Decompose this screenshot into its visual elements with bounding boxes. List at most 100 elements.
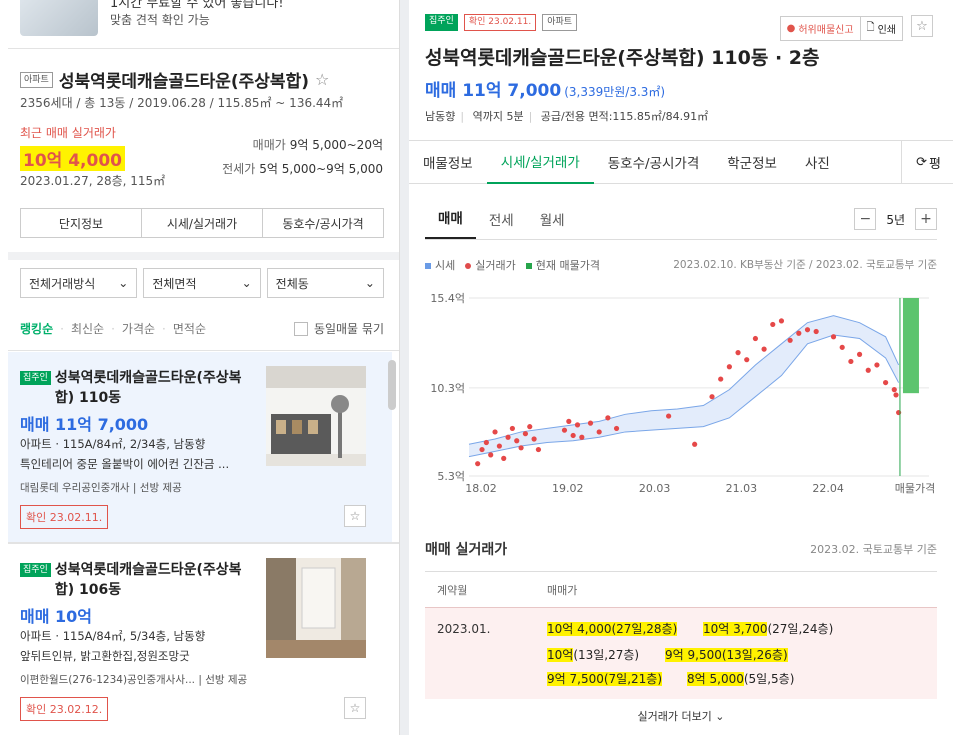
actual-price-point (522, 431, 529, 437)
x-tick-label: 20.03 (639, 482, 671, 495)
deal-item: 8억 5,000(5일,5층) (687, 670, 794, 687)
actual-price-point (574, 422, 581, 428)
recent-price: 10억 4,000 (20, 146, 125, 171)
pyeong-toggle[interactable]: ⟳ 평 (901, 140, 953, 184)
meta-separator: | (460, 110, 465, 123)
section-title: 매매 실거래가 (425, 542, 508, 558)
sale-range-label: 매매가 (252, 138, 286, 152)
actual-price-point (778, 318, 785, 324)
banner-line1: 1시간 무료할 수 있어 좋습니다! (110, 0, 284, 11)
sale-range: 매매가 9억 5,000~20억 (253, 136, 383, 153)
listing-title[interactable]: 성북역롯데캐슬골드타운(주상복합) 110동 (55, 368, 250, 408)
complex-info-button[interactable]: 단지정보 (21, 209, 142, 237)
deal-info: (13일,27층) (573, 648, 640, 662)
deal-item: 10억 3,700(27일,24층) (703, 620, 833, 637)
complex-button-row: 단지정보 시세/실거래가 동호수/공시가격 (20, 208, 384, 238)
actual-price-point (856, 351, 863, 357)
detail-meta: 남동향 | 역까지 5분 | 공급/전용 면적:115.85㎡/84.91㎡ (425, 108, 708, 124)
subtab-monthly[interactable]: 월세 (527, 209, 578, 239)
actual-price-point (535, 446, 542, 453)
actual-price-point (587, 420, 594, 426)
chart-legend: 시세 실거래가 현재 매물가격 (425, 257, 600, 273)
tab-unit-price[interactable]: 동호수/공시가격 (594, 140, 714, 184)
actual-price-point (566, 418, 572, 424)
actual-price-point (527, 424, 533, 430)
actual-price-point (531, 436, 537, 442)
listing-desc: 앞뒤트인뷰, 밝고환한집,정원조망굿 (20, 649, 190, 663)
col-contract: 계약월 (437, 583, 468, 597)
actual-price-point (718, 376, 724, 382)
report-button[interactable]: ● 허위매물신고 (781, 17, 861, 40)
actual-price-point (666, 413, 672, 419)
deal-price: 9억 9,500 (665, 648, 722, 662)
plus-button[interactable]: + (915, 208, 937, 230)
tab-listing-info[interactable]: 매물정보 (409, 140, 487, 184)
recent-date: 2023.01.27, 28층, 115㎡ (20, 174, 166, 188)
sort-latest[interactable]: 최신순 (71, 320, 104, 337)
deal-info: (27일,28층) (611, 622, 678, 636)
filter-row: 전체거래방식 ⌄ 전체면적 ⌄ 전체동 ⌄ (20, 268, 384, 298)
area-filter[interactable]: 전체면적 ⌄ (143, 268, 261, 298)
more-deals-button[interactable]: 실거래가 더보기 ⌄ (409, 708, 953, 724)
report-label: 허위매물신고 (798, 25, 854, 36)
divider (8, 48, 399, 49)
y-tick-label: 5.3억 (437, 470, 465, 483)
deal-price: 9억 7,500 (547, 672, 604, 686)
tab-price-history[interactable]: 시세/실거래가 (486, 140, 594, 184)
minus-button[interactable]: − (854, 208, 877, 230)
legend-market: 시세 (425, 257, 455, 273)
actual-price-point (509, 425, 515, 432)
scrollbar[interactable] (388, 360, 396, 410)
subtab-sale[interactable]: 매매 (425, 207, 476, 239)
chevron-down-icon: ⌄ (241, 276, 252, 290)
legend-current: 현재 매물가격 (525, 257, 600, 273)
actual-price-point (726, 364, 732, 370)
actual-price-point (874, 362, 880, 368)
promo-banner[interactable]: 1시간 무료할 수 있어 좋습니다! 맞춤 견적 확인 가능 (20, 0, 390, 36)
unit-price-button[interactable]: 동호수/공시가격 (263, 209, 383, 237)
star-icon[interactable]: ☆ (344, 505, 366, 527)
building-filter[interactable]: 전체동 ⌄ (266, 268, 384, 298)
star-icon[interactable]: ☆ (911, 15, 933, 37)
jeonse-range-value: 5억 5,000~9억 5,000 (259, 162, 383, 176)
actual-price-point (865, 367, 871, 373)
star-icon[interactable]: ☆ (315, 70, 329, 89)
sort-ranking[interactable]: 랭킹순 (20, 320, 53, 337)
subtab-jeonse[interactable]: 전세 (476, 209, 527, 239)
tab-school[interactable]: 학군정보 (713, 140, 791, 184)
owner-tag: 집주인 (20, 371, 51, 385)
listing-spec: 아파트 · 115A/84㎡, 2/34층, 남동향 (20, 437, 206, 451)
listing-card[interactable]: 집주인 성북역롯데캐슬골드타운(주상복합) 106동 매매 10억 아파트 · … (8, 544, 392, 734)
group-same-toggle[interactable]: 동일매물 묶기 (293, 320, 384, 337)
price-chart[interactable]: 15.4억 10.3억 5.3억18.02 19.02 20.03 21.03 22.04 매… (409, 280, 953, 500)
listing-title[interactable]: 성북역롯데캐슬골드타운(주상복합) 106동 (55, 560, 250, 600)
actual-price-point (744, 357, 750, 363)
pyeong-label: 평 (929, 156, 941, 172)
detail-actions: ● 허위매물신고 🗋 인쇄 (779, 16, 903, 41)
listing-photo[interactable] (266, 558, 366, 658)
listing-price: 매매 11억 7,000 (20, 415, 149, 434)
legend-actual-label: 실거래가 (475, 259, 516, 272)
complex-meta: 2356세대 / 총 13동 / 2019.06.28 / 115.85㎡ ~ … (20, 96, 344, 110)
listing-photo[interactable] (266, 366, 366, 466)
confirm-tag: 확인 23.02.11. (463, 14, 537, 31)
complex-name[interactable]: 성북역롯데캐슬골드타운(주상복합) (59, 67, 309, 92)
sort-area[interactable]: 면적순 (173, 320, 206, 337)
star-icon[interactable]: ☆ (344, 697, 366, 719)
sort-price[interactable]: 가격순 (122, 320, 155, 337)
period-value: 5년 (886, 212, 905, 227)
deal-info: (13일,26층) (721, 648, 788, 662)
actual-price-point (752, 335, 759, 342)
checkbox[interactable] (293, 321, 308, 336)
deal-item: 9억 9,500(13일,26층) (665, 646, 788, 663)
col-price: 매매가 (547, 583, 578, 597)
listing-desc: 특인테리어 중문 올붙박이 에어컨 긴잔금 ... (20, 457, 230, 471)
listing-card[interactable]: 집주인 성북역롯데캐슬골드타운(주상복합) 110동 매매 11억 7,000 … (8, 352, 392, 542)
price-history-button[interactable]: 시세/실거래가 (142, 209, 263, 237)
actual-price-point (891, 387, 897, 393)
trade-type-filter[interactable]: 전체거래방식 ⌄ (20, 268, 138, 298)
tab-photos[interactable]: 사진 (791, 140, 844, 184)
listing-agent: 대림롯데 우리공인중개사 | 선방 제공 (20, 482, 182, 494)
print-button[interactable]: 🗋 인쇄 (861, 17, 902, 40)
listing-spec: 아파트 · 115A/84㎡, 5/34층, 남동향 (20, 629, 206, 643)
